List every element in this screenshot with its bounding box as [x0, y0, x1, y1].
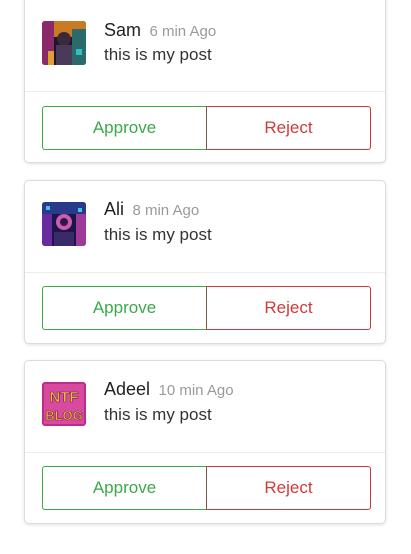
- approve-button[interactable]: Approve: [42, 106, 207, 150]
- post-card: NTF BLOG Adeel 10 min Ago this is my pos…: [24, 360, 386, 524]
- post-text: this is my post: [104, 45, 212, 64]
- post-time: 8 min Ago: [132, 202, 200, 219]
- post-card-body: Ali 8 min Ago this is my post: [25, 181, 385, 273]
- post-meta: Sam 6 min Ago: [104, 20, 216, 41]
- action-buttons: Approve Reject: [42, 106, 371, 150]
- approve-button[interactable]: Approve: [42, 466, 207, 510]
- reject-button[interactable]: Reject: [206, 466, 371, 510]
- post-meta: Ali 8 min Ago: [104, 199, 199, 220]
- author-name: Ali: [104, 199, 125, 219]
- post-text: this is my post: [104, 225, 212, 244]
- avatar: [42, 202, 86, 246]
- svg-text:NTF: NTF: [49, 389, 78, 406]
- sam-avatar-image: [42, 21, 86, 65]
- post-card: Ali 8 min Ago this is my post Approve Re…: [24, 180, 386, 344]
- post-time: 6 min Ago: [149, 23, 217, 40]
- svg-text:BLOG: BLOG: [45, 408, 83, 423]
- post-time: 10 min Ago: [158, 382, 234, 399]
- avatar: NTF BLOG: [42, 382, 86, 426]
- post-card-body: NTF BLOG Adeel 10 min Ago this is my pos…: [25, 361, 385, 453]
- post-text: this is my post: [104, 405, 212, 424]
- approve-button[interactable]: Approve: [42, 286, 207, 330]
- ali-avatar-image: [42, 202, 86, 246]
- author-name: Adeel: [104, 379, 151, 399]
- post-meta: Adeel 10 min Ago: [104, 379, 234, 400]
- ntf-blog-avatar-image: NTF BLOG: [42, 382, 86, 426]
- action-buttons: Approve Reject: [42, 286, 371, 330]
- reject-button[interactable]: Reject: [206, 286, 371, 330]
- post-moderation-list: Sam 6 min Ago this is my post Approve Re…: [0, 0, 411, 554]
- post-card-body: Sam 6 min Ago this is my post: [25, 0, 385, 92]
- action-buttons: Approve Reject: [42, 466, 371, 510]
- reject-button[interactable]: Reject: [206, 106, 371, 150]
- author-name: Sam: [104, 20, 142, 40]
- post-card: Sam 6 min Ago this is my post Approve Re…: [24, 0, 386, 163]
- avatar: [42, 21, 86, 65]
